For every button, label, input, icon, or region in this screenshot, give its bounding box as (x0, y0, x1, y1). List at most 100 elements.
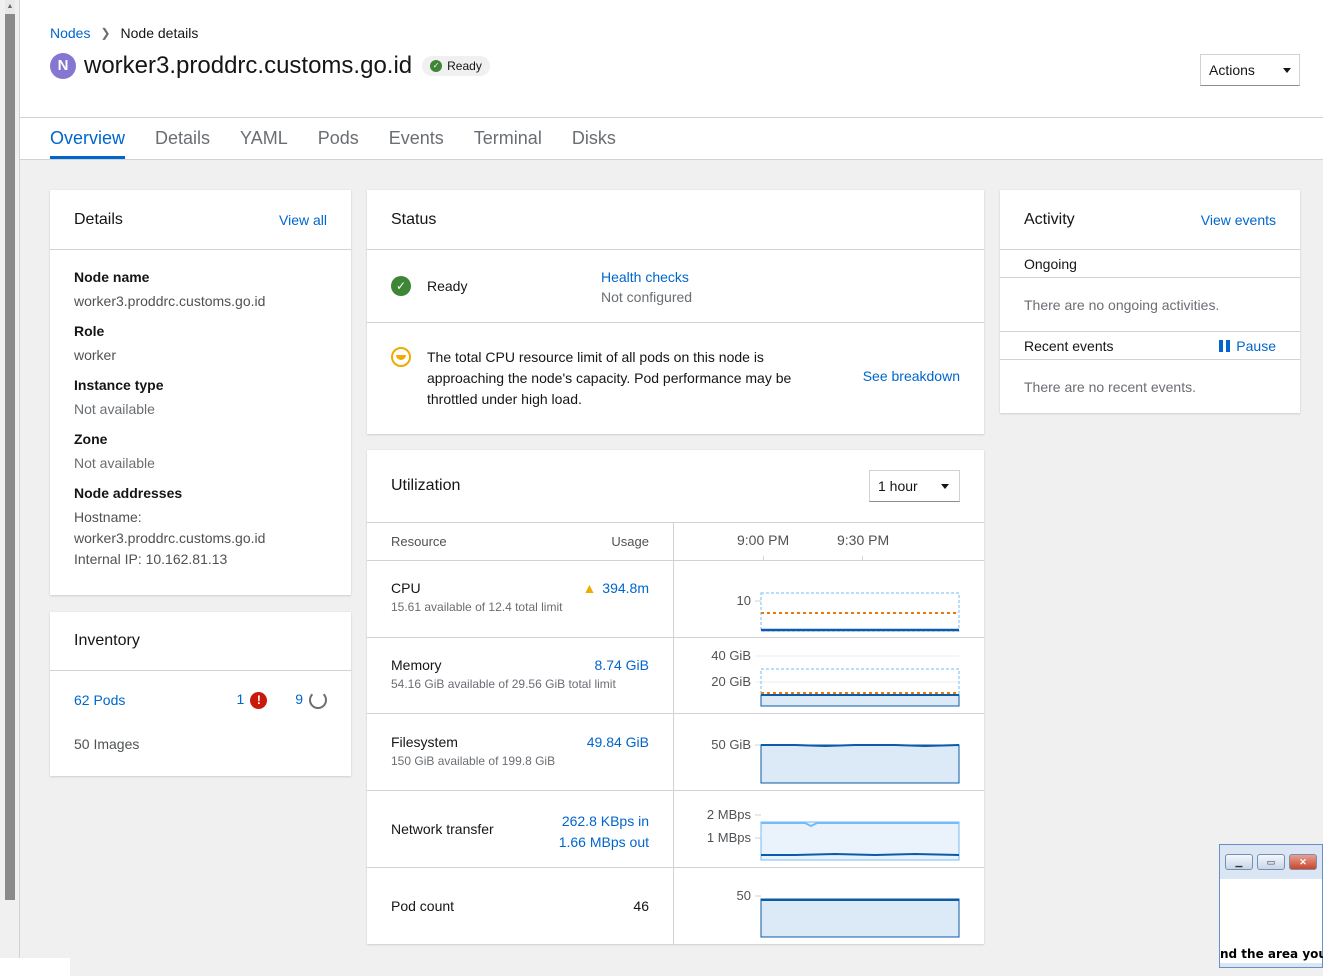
see-breakdown-link[interactable]: See breakdown (863, 368, 960, 384)
health-checks-link[interactable]: Health checks (601, 267, 692, 287)
recent-events-label: Recent events (1024, 337, 1114, 354)
utilization-column-headers: Resource Usage 9:00 PM 9:30 PM (367, 523, 984, 561)
network-in-link[interactable]: 262.8 KBps in (559, 811, 649, 832)
activity-card: Activity View events Ongoing There are n… (1000, 190, 1300, 413)
breadcrumb-current: Node details (120, 25, 199, 41)
filesystem-utilization-row: Filesystem 150 GiB available of 199.8 Gi… (367, 713, 984, 790)
filesystem-sparkline (755, 744, 960, 784)
inventory-body: 62 Pods 1! 9 50 Images (50, 671, 351, 759)
network-chart[interactable]: 2 MBps 1 MBps (675, 791, 984, 867)
scroll-up-arrow-icon[interactable]: ▲ (5, 0, 15, 14)
actions-dropdown[interactable]: Actions (1200, 54, 1300, 86)
network-info: Network transfer 262.8 KBps in 1.66 MBps… (367, 791, 674, 867)
time-tick-label: 9:00 PM (737, 532, 790, 548)
pods-error-count[interactable]: 1 (237, 691, 245, 707)
network-sparkline (755, 814, 960, 861)
memory-utilization-row: Memory 54.16 GiB available of 29.56 GiB … (367, 637, 984, 713)
activity-card-title: Activity (1024, 210, 1075, 228)
utilization-header: Utilization 1 hour (367, 450, 984, 523)
usage-column-header: Usage (611, 534, 649, 549)
inventory-card-title: Inventory (74, 632, 140, 649)
cpu-chart[interactable]: 10 (675, 561, 984, 637)
resource-column-header: Resource (391, 534, 447, 549)
memory-chart[interactable]: 40 GiB 20 GiB (675, 638, 984, 713)
scrollbar-thumb[interactable] (5, 0, 15, 900)
activity-card-header: Activity View events (1000, 190, 1300, 250)
minimize-icon[interactable]: ▁ (1225, 854, 1253, 870)
filesystem-chart[interactable]: 50 GiB (675, 714, 984, 790)
pod-count-sparkline (755, 895, 960, 938)
tab-bar: Overview Details YAML Pods Events Termin… (20, 117, 1323, 160)
recent-events-header: Recent events Pause (1000, 332, 1300, 360)
utilization-title: Utilization (391, 477, 461, 494)
page-corner (0, 958, 70, 976)
view-events-link[interactable]: View events (1201, 212, 1276, 228)
time-axis: 9:00 PM 9:30 PM (675, 523, 984, 561)
network-utilization-row: Network transfer 262.8 KBps in 1.66 MBps… (367, 790, 984, 867)
tab-events[interactable]: Events (389, 118, 444, 160)
hostname-label: Hostname: (74, 509, 142, 525)
view-all-link[interactable]: View all (279, 212, 327, 228)
tab-disks[interactable]: Disks (572, 118, 616, 160)
tab-details[interactable]: Details (155, 118, 210, 160)
status-card: Status ✓ Ready Health checks Not configu… (367, 190, 984, 434)
pods-pending-count[interactable]: 9 (295, 691, 303, 707)
status-badge-label: Ready (447, 59, 482, 73)
caret-down-icon (941, 483, 949, 489)
breadcrumb-nodes-link[interactable]: Nodes (50, 25, 90, 41)
status-ready-label: Ready (427, 278, 468, 294)
status-card-title: Status (391, 210, 437, 228)
instance-type-value: Not available (74, 401, 155, 417)
overlay-window: ▁ ▭ ✕ nd the area you (1219, 844, 1323, 968)
time-range-value: 1 hour (878, 478, 918, 494)
tab-overview[interactable]: Overview (50, 118, 126, 160)
utilization-card: Utilization 1 hour Resource Usage 9:00 P… (367, 450, 984, 944)
cpu-usage-value: ▲ 394.8m (582, 580, 649, 596)
ongoing-label: Ongoing (1024, 255, 1077, 272)
filesystem-usage-link[interactable]: 49.84 GiB (587, 734, 649, 750)
inventory-card-header: Inventory (50, 612, 351, 671)
network-usage-value: 262.8 KBps in 1.66 MBps out (559, 811, 649, 853)
ongoing-header: Ongoing (1000, 250, 1300, 278)
network-out-link[interactable]: 1.66 MBps out (559, 832, 649, 853)
no-recent-message: There are no recent events. (1024, 379, 1196, 395)
pause-icon (1219, 339, 1231, 352)
time-range-dropdown[interactable]: 1 hour (869, 470, 960, 502)
memory-usage-link[interactable]: 8.74 GiB (595, 657, 649, 673)
health-checks: Health checks Not configured (601, 267, 692, 307)
page-header: Nodes ❯ Node details N worker3.proddrc.c… (20, 0, 1323, 160)
close-icon[interactable]: ✕ (1289, 854, 1317, 870)
pod-count-value: 46 (633, 898, 649, 914)
tab-terminal[interactable]: Terminal (474, 118, 542, 160)
pod-count-info: Pod count 46 (367, 868, 674, 944)
inventory-card: Inventory 62 Pods 1! 9 50 Images (50, 612, 351, 776)
details-card-title: Details (74, 210, 123, 228)
cpu-usage-link[interactable]: 394.8m (602, 580, 649, 596)
details-body: Node name worker3.proddrc.customs.go.id … (50, 250, 351, 570)
cpu-info: CPU 15.61 available of 12.4 total limit … (367, 561, 674, 637)
filesystem-info: Filesystem 150 GiB available of 199.8 Gi… (367, 714, 674, 790)
check-circle-icon: ✓ (391, 276, 411, 296)
time-tick-label: 9:30 PM (837, 532, 890, 548)
health-checks-state: Not configured (601, 289, 693, 305)
images-count: 50 Images (74, 736, 140, 752)
restore-icon[interactable]: ▭ (1257, 854, 1285, 870)
details-card-header: Details View all (50, 190, 351, 250)
left-scrollbar[interactable]: ▲ (0, 0, 20, 976)
node-addresses-value: Hostname: worker3.proddrc.customs.go.id … (74, 507, 327, 570)
pause-button[interactable]: Pause (1219, 338, 1276, 354)
tab-pods[interactable]: Pods (318, 118, 359, 160)
page-title-row: N worker3.proddrc.customs.go.id ✓ Ready (50, 52, 490, 80)
warning-gauge-icon (391, 347, 411, 367)
pods-link[interactable]: 62 Pods (74, 692, 125, 708)
pod-count-chart[interactable]: 50 (675, 868, 984, 944)
zone-label: Zone (74, 431, 108, 447)
actions-label: Actions (1209, 62, 1255, 78)
zone-value: Not available (74, 455, 155, 471)
tab-yaml[interactable]: YAML (240, 118, 288, 160)
filesystem-availability: 150 GiB available of 199.8 GiB (391, 754, 556, 768)
error-circle-icon: ! (250, 691, 268, 709)
in-progress-icon (309, 691, 327, 710)
pod-count-utilization-row: Pod count 46 50 (367, 867, 984, 944)
pod-count-label: Pod count (391, 898, 455, 914)
